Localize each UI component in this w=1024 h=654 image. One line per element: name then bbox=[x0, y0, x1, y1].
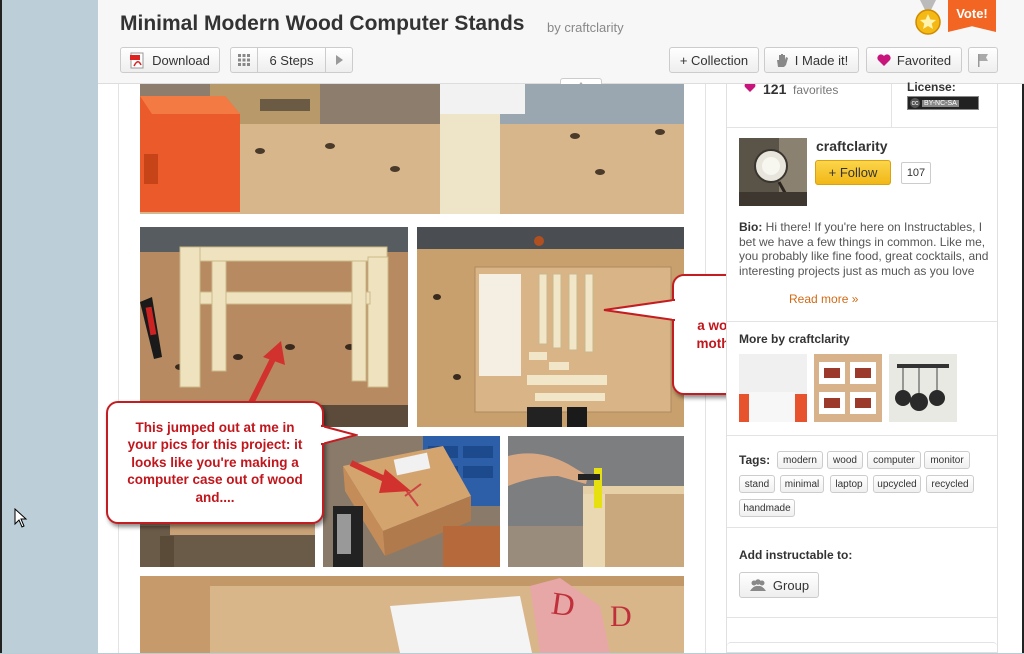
step-photo-glue[interactable] bbox=[508, 436, 684, 567]
download-label: Download bbox=[152, 52, 210, 68]
add-collection-button[interactable]: + Collection bbox=[669, 47, 759, 73]
stats-divider bbox=[891, 84, 892, 127]
sidebar: 121 favorites License: cc BY-NC-SA craft… bbox=[726, 80, 998, 654]
tag-label: stand bbox=[744, 478, 770, 490]
next-step-button[interactable] bbox=[325, 47, 353, 73]
tags-section: Tags: modern wood computer monitor stand… bbox=[727, 435, 997, 528]
more-by-thumb-2[interactable] bbox=[814, 354, 882, 422]
annotation-arrow-right-icon bbox=[349, 460, 411, 493]
group-label: Group bbox=[772, 577, 810, 593]
add-to-label: Add instructable to: bbox=[739, 548, 853, 562]
tag-laptop[interactable]: laptop bbox=[830, 475, 868, 493]
step-photo-label[interactable]: D D bbox=[140, 576, 684, 653]
heart-icon bbox=[877, 54, 891, 66]
tag-label: computer bbox=[873, 454, 915, 466]
add-to-section: Add instructable to: Group bbox=[727, 527, 997, 618]
pdf-icon bbox=[130, 52, 144, 68]
collection-label: + Collection bbox=[679, 52, 749, 68]
follower-count: 107 bbox=[906, 167, 926, 179]
svg-text:D: D bbox=[610, 600, 632, 633]
i-made-it-button[interactable]: I Made it! bbox=[764, 47, 859, 73]
author-bio: Bio: Hi there! If you're here on Instruc… bbox=[739, 220, 989, 292]
grid-icon bbox=[238, 54, 250, 66]
step-photo-motherboard[interactable] bbox=[417, 227, 684, 427]
sidebar-next-box bbox=[727, 642, 997, 654]
tag-label: recycled bbox=[931, 478, 969, 490]
follower-count-badge: 107 bbox=[901, 162, 931, 184]
author-avatar[interactable] bbox=[739, 138, 807, 206]
author-byline[interactable]: by craftclarity bbox=[547, 20, 624, 35]
medal-icon bbox=[915, 0, 941, 35]
tag-label: handmade bbox=[743, 502, 791, 514]
page-title: Minimal Modern Wood Computer Stands bbox=[120, 12, 525, 35]
tag-stand[interactable]: stand bbox=[739, 475, 775, 493]
step-content: D D bbox=[118, 84, 706, 653]
tag-computer[interactable]: computer bbox=[867, 451, 921, 469]
callout-pointer-right-icon bbox=[603, 298, 676, 322]
step-photo-top[interactable] bbox=[140, 84, 684, 214]
license-badge-text: BY-NC-SA bbox=[922, 99, 959, 107]
tag-handmade[interactable]: handmade bbox=[739, 499, 795, 517]
tags-label: Tags: bbox=[739, 453, 771, 467]
download-button[interactable]: Download bbox=[120, 47, 220, 73]
license-badge[interactable]: cc BY-NC-SA bbox=[907, 96, 979, 110]
tag-wood[interactable]: wood bbox=[827, 451, 863, 469]
read-more-link[interactable]: Read more » bbox=[789, 292, 858, 306]
group-icon bbox=[749, 579, 766, 591]
tag-label: laptop bbox=[835, 478, 863, 490]
callout-wood-case-text: This jumped out at me in your pics for t… bbox=[127, 419, 303, 505]
favorited-button[interactable]: Favorited bbox=[866, 47, 962, 73]
mouse-cursor-icon bbox=[14, 508, 28, 528]
callout-pointer-left-icon bbox=[320, 424, 358, 446]
made-it-label: I Made it! bbox=[794, 52, 849, 68]
author-section: craftclarity + Follow 107 Bio: Hi there!… bbox=[727, 127, 997, 322]
follow-label: + Follow bbox=[828, 165, 878, 180]
more-by-thumb-1[interactable] bbox=[739, 354, 807, 422]
stats-section: 121 favorites License: cc BY-NC-SA bbox=[727, 80, 997, 128]
tag-label: wood bbox=[833, 454, 857, 466]
flag-button[interactable] bbox=[968, 47, 998, 73]
callout-wood-case: This jumped out at me in your pics for t… bbox=[106, 401, 324, 524]
left-desktop-strip bbox=[0, 0, 98, 653]
steps-label: 6 Steps bbox=[269, 52, 314, 68]
tag-label: upcycled bbox=[877, 478, 917, 490]
step-photo-wood-box[interactable] bbox=[323, 436, 500, 567]
favorites-count: 121 bbox=[763, 81, 787, 97]
instructable-page: Minimal Modern Wood Computer Stands by c… bbox=[98, 0, 1024, 653]
annotation-arrow-up-icon bbox=[246, 341, 285, 409]
more-by-label: More by craftclarity bbox=[739, 332, 850, 346]
favorited-label: Favorited bbox=[896, 52, 952, 68]
add-to-group-button[interactable]: Group bbox=[739, 572, 819, 598]
heart-icon bbox=[744, 84, 756, 92]
tag-label: monitor bbox=[930, 454, 964, 466]
more-by-section: More by craftclarity bbox=[727, 321, 997, 436]
bio-label: Bio: bbox=[739, 220, 763, 234]
tag-label: minimal bbox=[784, 478, 820, 490]
vote-label: Vote! bbox=[956, 5, 988, 21]
steps-view-button[interactable] bbox=[230, 47, 258, 73]
flag-icon bbox=[978, 54, 988, 67]
tag-modern[interactable]: modern bbox=[777, 451, 823, 469]
bio-text: Hi there! If you're here on Instructable… bbox=[739, 220, 989, 278]
play-arrow-icon bbox=[335, 55, 343, 65]
more-by-thumb-3[interactable] bbox=[889, 354, 957, 422]
tag-minimal[interactable]: minimal bbox=[780, 475, 824, 493]
page-header: Minimal Modern Wood Computer Stands by c… bbox=[98, 0, 1024, 84]
vote-ribbon[interactable]: Vote! bbox=[948, 0, 996, 32]
steps-button[interactable]: 6 Steps bbox=[257, 47, 326, 73]
tag-upcycled[interactable]: upcycled bbox=[873, 475, 921, 493]
author-name[interactable]: craftclarity bbox=[816, 138, 888, 154]
follow-button[interactable]: + Follow bbox=[815, 160, 891, 185]
tag-label: modern bbox=[783, 454, 817, 466]
license-label: License: bbox=[907, 80, 956, 94]
tag-recycled[interactable]: recycled bbox=[926, 475, 974, 493]
favorites-label: favorites bbox=[793, 83, 839, 97]
hand-icon bbox=[776, 53, 788, 67]
creative-commons-icon: cc bbox=[910, 98, 920, 108]
tag-monitor[interactable]: monitor bbox=[924, 451, 970, 469]
